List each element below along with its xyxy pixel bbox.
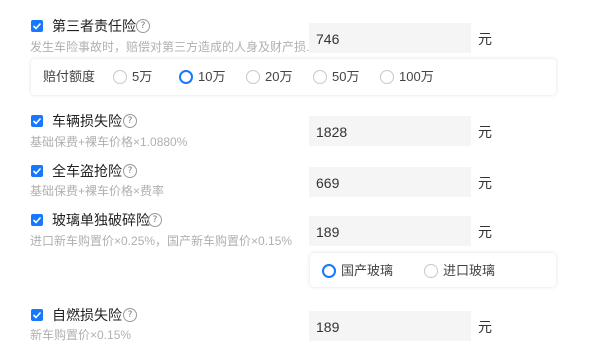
- coverage-option-label: 20万: [265, 69, 293, 84]
- theft-unit: 元: [478, 175, 492, 191]
- coverage-option-label: 50万: [332, 69, 360, 84]
- insurance-item-third-party: 第三者责任险 ? 发生车险事故时，赔偿对第三方造成的人身及财产损... 746 …: [0, 0, 600, 60]
- check-icon: [32, 216, 42, 224]
- check-icon: [32, 311, 42, 319]
- insurance-item-self-ignition: 自燃损失险 ? 新车购置价×0.15% 189 元: [0, 305, 600, 350]
- vehicle-damage-help-icon[interactable]: ?: [123, 114, 137, 128]
- vehicle-damage-desc: 基础保费+裸车价格×1.0880%: [30, 135, 188, 149]
- insurance-item-glass: 玻璃单独破碎险 ? 进口新车购置价×0.25%，国产新车购置价×0.15% 18…: [0, 210, 600, 255]
- insurance-item-vehicle-damage: 车辆损失险 ? 基础保费+裸车价格×1.0880% 1828 元: [0, 110, 600, 155]
- third-party-title: 第三者责任险: [52, 18, 136, 34]
- coverage-radio-5w[interactable]: [113, 70, 127, 84]
- theft-title: 全车盗抢险: [52, 163, 122, 179]
- check-icon: [32, 167, 42, 175]
- glass-radio-domestic[interactable]: [322, 264, 336, 278]
- vehicle-damage-premium-value: 1828: [316, 124, 348, 140]
- vehicle-damage-checkbox[interactable]: [31, 115, 43, 127]
- glass-checkbox[interactable]: [31, 214, 43, 226]
- glass-radio-imported[interactable]: [424, 264, 438, 278]
- glass-type-panel: 国产玻璃 进口玻璃: [310, 253, 556, 287]
- coverage-radio-100w[interactable]: [380, 70, 394, 84]
- theft-desc: 基础保费+裸车价格×费率: [30, 184, 165, 198]
- check-icon: [32, 117, 42, 125]
- self-ignition-checkbox[interactable]: [31, 309, 43, 321]
- self-ignition-title: 自燃损失险: [52, 307, 122, 323]
- coverage-option-label: 10万: [198, 69, 226, 84]
- coverage-radio-20w[interactable]: [246, 70, 260, 84]
- glass-option-label: 国产玻璃: [341, 263, 394, 278]
- check-icon: [32, 22, 42, 30]
- glass-title: 玻璃单独破碎险: [52, 212, 150, 228]
- glass-unit: 元: [478, 224, 492, 240]
- glass-desc: 进口新车购置价×0.25%，国产新车购置价×0.15%: [30, 234, 293, 248]
- insurance-item-theft: 全车盗抢险 ? 基础保费+裸车价格×费率 669 元: [0, 160, 600, 205]
- theft-checkbox[interactable]: [31, 165, 43, 177]
- coverage-radio-50w[interactable]: [313, 70, 327, 84]
- self-ignition-desc: 新车购置价×0.15%: [30, 328, 132, 342]
- vehicle-damage-title: 车辆损失险: [52, 113, 122, 129]
- self-ignition-premium-value: 189: [316, 319, 340, 335]
- third-party-checkbox[interactable]: [31, 20, 43, 32]
- third-party-help-icon[interactable]: ?: [136, 19, 150, 33]
- self-ignition-help-icon[interactable]: ?: [123, 308, 137, 322]
- theft-premium-value: 669: [316, 175, 340, 191]
- coverage-option-label: 5万: [132, 69, 153, 84]
- vehicle-damage-unit: 元: [478, 124, 492, 140]
- third-party-desc: 发生车险事故时，赔偿对第三方造成的人身及财产损...: [30, 40, 317, 54]
- coverage-radio-10w[interactable]: [179, 70, 193, 84]
- coverage-option-label: 100万: [399, 69, 434, 84]
- theft-help-icon[interactable]: ?: [123, 164, 137, 178]
- coverage-panel: 赔付额度 5万 10万 20万 50万 100万: [31, 59, 556, 95]
- glass-help-icon[interactable]: ?: [148, 213, 162, 227]
- third-party-premium-value: 746: [316, 31, 340, 47]
- glass-option-label: 进口玻璃: [443, 263, 496, 278]
- third-party-unit: 元: [478, 31, 492, 47]
- coverage-label: 赔付额度: [43, 69, 96, 84]
- self-ignition-unit: 元: [478, 319, 492, 335]
- glass-premium-value: 189: [316, 224, 340, 240]
